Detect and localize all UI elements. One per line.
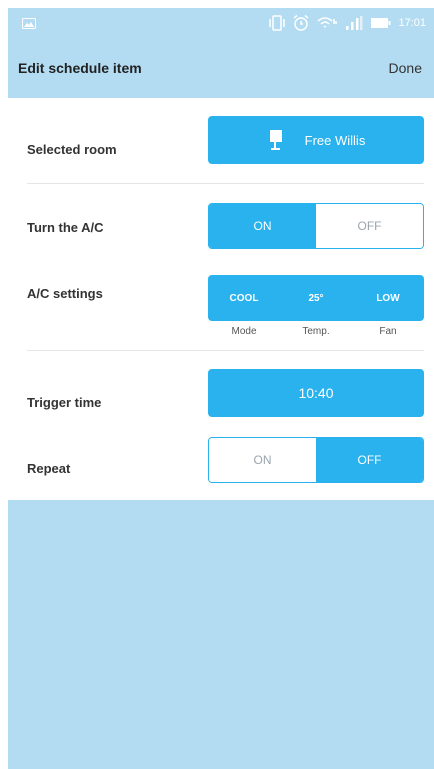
repeat-off-option[interactable]: OFF [316, 438, 423, 482]
room-name: Free Willis [304, 132, 366, 148]
mode-caption: Mode [231, 326, 257, 337]
vibrate-icon [268, 15, 286, 31]
alarm-icon [292, 14, 310, 32]
ac-mode-value[interactable]: COOL [208, 275, 280, 321]
trigger-time-button[interactable]: 10:40 [208, 369, 424, 417]
status-bar: 17:01 [8, 8, 434, 38]
turn-ac-label: Turn the A/C [27, 220, 104, 235]
divider [27, 183, 424, 184]
page-title: Edit schedule item [18, 60, 142, 76]
ac-power-toggle: ON OFF [208, 203, 424, 249]
divider [27, 350, 424, 351]
signal-icon [344, 15, 364, 31]
top-bar: Edit schedule item Done [8, 38, 434, 98]
ac-fan-value[interactable]: LOW [352, 275, 424, 321]
status-time: 17:01 [398, 17, 426, 29]
schedule-form: Selected room Free Willis Turn the A/C O… [8, 98, 434, 500]
ac-settings-captions: Mode Temp. Fan [208, 326, 424, 337]
ac-temp-value[interactable]: 25° [280, 275, 352, 321]
fan-caption: Fan [379, 326, 397, 337]
app-screen: 17:01 Edit schedule item Done Selected r… [8, 8, 434, 769]
repeat-toggle: ON OFF [208, 437, 424, 483]
done-button[interactable]: Done [389, 60, 422, 76]
battery-icon [370, 16, 392, 30]
repeat-label: Repeat [27, 461, 71, 476]
wifi-icon [316, 15, 338, 31]
ac-on-option[interactable]: ON [209, 204, 316, 248]
trigger-time-label: Trigger time [27, 395, 102, 410]
room-select-button[interactable]: Free Willis [208, 116, 424, 164]
lamp-icon [267, 129, 285, 151]
ac-settings-panel: COOL 25° LOW [208, 275, 424, 321]
temp-caption: Temp. [302, 326, 330, 337]
ac-settings-label: A/C settings [27, 286, 103, 301]
ac-off-option[interactable]: OFF [316, 204, 423, 248]
repeat-on-option[interactable]: ON [209, 438, 316, 482]
gallery-icon [22, 17, 36, 29]
selected-room-label: Selected room [27, 142, 117, 157]
